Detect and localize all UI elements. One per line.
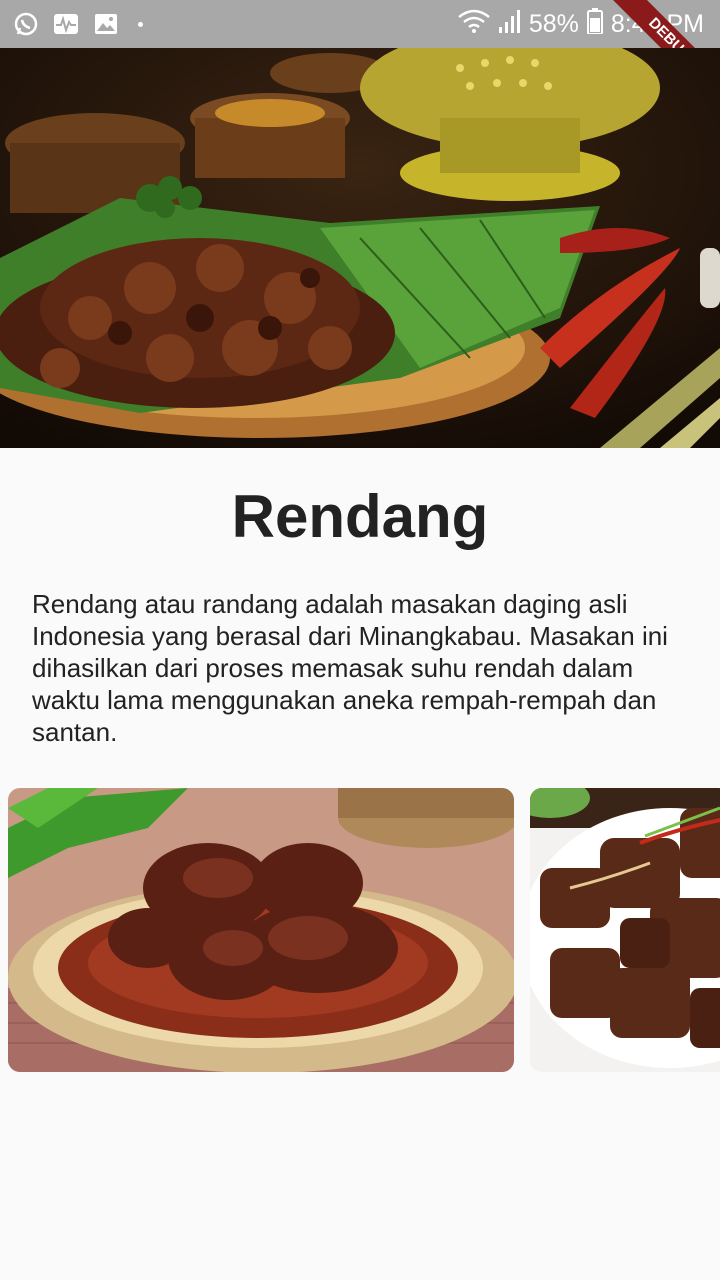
hero-image [0, 48, 720, 448]
activity-icon [52, 10, 80, 38]
recipe-description: Rendang atau randang adalah masakan dagi… [32, 589, 668, 747]
signal-icon [498, 9, 521, 40]
status-bar-left [12, 10, 143, 38]
whatsapp-icon [12, 10, 40, 38]
battery-icon [586, 7, 603, 41]
clock: 8:46 PM [610, 9, 704, 38]
gallery-image-1[interactable] [8, 788, 514, 1072]
image-icon [92, 10, 120, 38]
image-gallery[interactable] [0, 788, 720, 1072]
recipe-title: Rendang [231, 483, 489, 550]
notification-dot-icon [138, 21, 143, 27]
wifi-icon [457, 8, 491, 41]
status-bar-right: 58% 8:46 PM [457, 0, 704, 48]
battery-percent: 58% [528, 9, 579, 38]
status-bar: 58% 8:46 PM [0, 0, 720, 48]
gallery-image-2[interactable] [530, 788, 720, 1072]
